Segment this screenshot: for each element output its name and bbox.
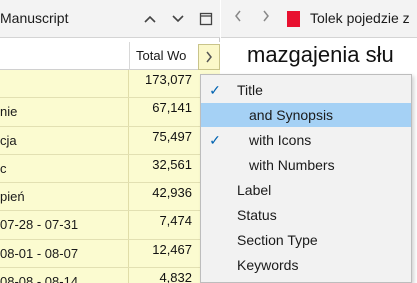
table-row[interactable]: cja 75,497 [0, 126, 220, 155]
table-row[interactable]: pień 42,936 [0, 183, 220, 212]
document-icon [287, 11, 300, 27]
row-total-words: 42,936 [152, 185, 192, 201]
row-total-words: 67,141 [152, 100, 192, 116]
table-row[interactable]: c 32,561 [0, 154, 220, 184]
outline-title: Manuscript [0, 10, 69, 26]
menu-item-label: Status [237, 207, 277, 223]
menu-item-label-column[interactable]: Label [201, 178, 411, 202]
row-total-words: 75,497 [152, 128, 192, 144]
table-row[interactable]: 07-28 - 07-31 7,474 [0, 211, 220, 240]
row-title: pień [0, 183, 129, 211]
row-total-words: 12,467 [152, 241, 192, 257]
row-title: cja [0, 126, 129, 154]
menu-item-title[interactable]: ✓ Title [201, 78, 411, 102]
editor-heading-text[interactable]: mazgajenia słu [247, 42, 394, 68]
outline-pane: Manuscript Total Wo 173,077 nie 67,141 c… [0, 0, 220, 283]
total-words-column-header[interactable]: Total Wo [129, 42, 198, 70]
checkmark-icon: ✓ [209, 132, 221, 148]
menu-item-and-synopsis[interactable]: and Synopsis [201, 103, 411, 127]
row-title: c [0, 154, 129, 183]
row-title: 08-08 - 08-14 [0, 268, 129, 283]
menu-item-label: and Synopsis [249, 107, 334, 123]
column-expand-button[interactable] [198, 44, 220, 70]
editor-header: Tolek pojedzie z [221, 0, 417, 38]
menu-item-label: with Numbers [249, 157, 335, 173]
menu-item-label: Keywords [237, 257, 299, 273]
row-title [0, 70, 129, 98]
menu-item-with-numbers[interactable]: with Numbers [201, 153, 411, 177]
row-title: nie [0, 98, 129, 126]
chevron-right-icon[interactable] [257, 9, 275, 29]
chevron-left-icon[interactable] [229, 9, 247, 29]
checkmark-icon: ✓ [209, 82, 221, 98]
menu-item-status[interactable]: Status [201, 203, 411, 227]
chevron-down-icon[interactable] [168, 9, 188, 29]
menu-item-label: Label [237, 182, 272, 198]
outline-columns-menu: ✓ Title and Synopsis ✓ with Icons with N… [200, 74, 412, 283]
table-row[interactable]: nie 67,141 [0, 98, 220, 127]
menu-item-with-icons[interactable]: ✓ with Icons [201, 128, 411, 152]
outline-column-header: Total Wo [0, 42, 220, 70]
table-row[interactable]: 08-01 - 08-07 12,467 [0, 239, 220, 269]
row-total-words: 4,832 [159, 270, 192, 283]
menu-item-section-type[interactable]: Section Type [201, 228, 411, 252]
window-icon[interactable] [196, 9, 216, 29]
outline-header: Manuscript [0, 0, 220, 38]
document-title[interactable]: Tolek pojedzie z [310, 10, 410, 26]
row-title: 08-01 - 08-07 [0, 239, 129, 268]
outline-rows: 173,077 nie 67,141 cja 75,497 c 32,561 p… [0, 70, 220, 283]
chevron-up-icon[interactable] [140, 9, 160, 29]
menu-item-label: Section Type [237, 232, 318, 248]
row-title: 07-28 - 07-31 [0, 211, 129, 239]
table-row[interactable]: 08-08 - 08-14 4,832 [0, 268, 220, 283]
menu-item-label: with Icons [249, 132, 312, 148]
menu-item-label: Title [237, 82, 263, 98]
chevron-right-icon [206, 51, 212, 63]
row-total-words: 32,561 [152, 156, 192, 172]
table-row[interactable]: 173,077 [0, 70, 220, 99]
menu-item-keywords[interactable]: Keywords [201, 253, 411, 277]
row-total-words: 7,474 [159, 213, 192, 229]
row-total-words: 173,077 [145, 72, 192, 87]
